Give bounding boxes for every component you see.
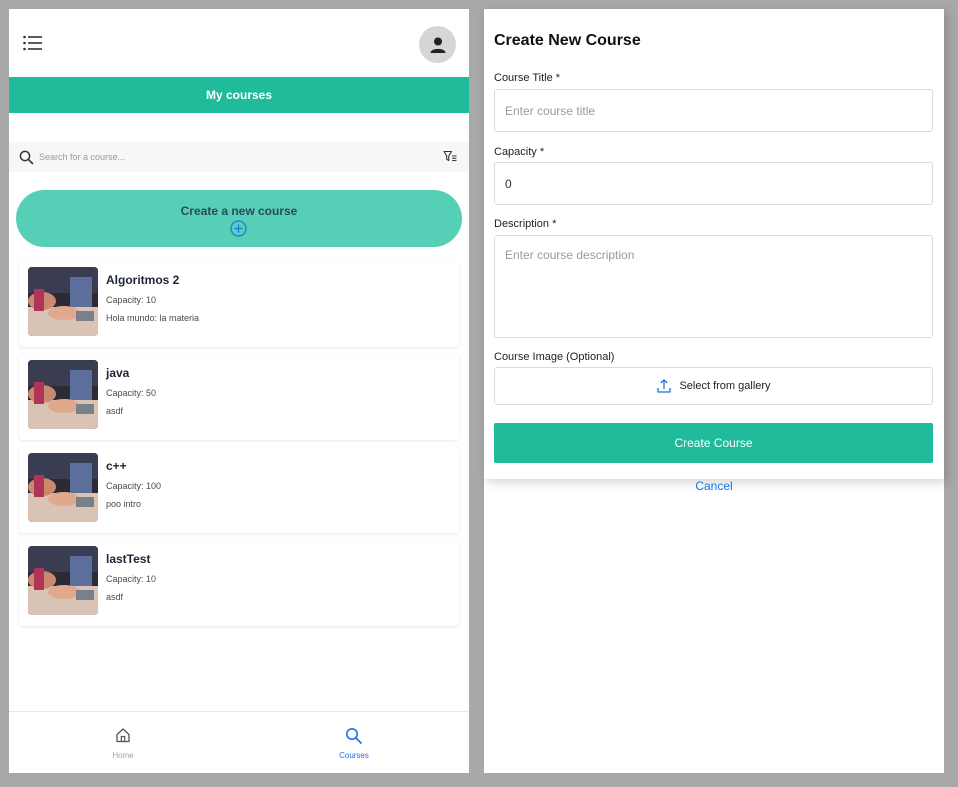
course-card[interactable]: Algoritmos 2 Capacity: 10 Hola mundo: la… xyxy=(19,261,459,347)
courses-screen: My courses Create a new course xyxy=(9,9,469,773)
course-title-label: Course Title * xyxy=(494,72,561,84)
course-description: asdf xyxy=(106,592,124,602)
course-title: java xyxy=(106,366,130,380)
course-description: Hola mundo: la materia xyxy=(106,313,200,323)
nav-courses[interactable]: Courses xyxy=(294,712,414,773)
create-course-label: Create a new course xyxy=(180,204,298,218)
plus-circle-icon xyxy=(230,220,247,237)
course-card[interactable]: java Capacity: 50 asdf xyxy=(19,354,459,440)
filter-icon[interactable] xyxy=(443,150,457,163)
search-icon xyxy=(19,150,34,165)
nav-home[interactable]: Home xyxy=(63,712,183,773)
course-title: lastTest xyxy=(106,552,151,566)
courses-search-icon xyxy=(346,728,362,744)
course-description: poo intro xyxy=(106,499,142,509)
page-title: My courses xyxy=(9,77,469,113)
search-bar xyxy=(9,142,469,172)
course-title: Algoritmos 2 xyxy=(106,273,180,287)
course-thumbnail xyxy=(28,453,98,522)
create-course-button[interactable]: Create a new course xyxy=(16,190,462,247)
course-capacity: Capacity: 50 xyxy=(106,388,157,398)
avatar-icon xyxy=(430,37,445,53)
avatar[interactable] xyxy=(419,26,456,63)
create-course-screen: Create New Course Course Title * Capacit… xyxy=(484,9,944,773)
select-from-gallery-button[interactable]: Select from gallery xyxy=(494,367,933,405)
course-capacity: Capacity: 10 xyxy=(106,574,157,584)
top-bar xyxy=(9,9,469,77)
description-field[interactable] xyxy=(494,235,933,338)
capacity-label: Capacity * xyxy=(494,146,545,158)
search-input[interactable] xyxy=(39,148,419,166)
course-thumbnail xyxy=(28,546,98,615)
course-list: Algoritmos 2 Capacity: 10 Hola mundo: la… xyxy=(19,261,459,633)
select-from-gallery-label: Select from gallery xyxy=(679,380,771,392)
course-title: c++ xyxy=(106,459,127,473)
course-card[interactable]: lastTest Capacity: 10 asdf xyxy=(19,540,459,626)
nav-courses-label: Courses xyxy=(339,751,369,760)
create-course-submit-button[interactable]: Create Course xyxy=(494,423,933,463)
create-course-form: Create New Course Course Title * Capacit… xyxy=(484,9,944,479)
course-image-label: Course Image (Optional) xyxy=(494,351,615,363)
course-capacity: Capacity: 100 xyxy=(106,481,162,491)
cancel-link[interactable]: Cancel xyxy=(484,479,944,493)
form-title: Create New Course xyxy=(494,32,641,49)
upload-icon xyxy=(657,379,672,393)
bottom-nav: Home Courses xyxy=(9,711,469,773)
course-title-field[interactable] xyxy=(494,89,933,132)
course-thumbnail xyxy=(28,267,98,336)
course-description: asdf xyxy=(106,406,124,416)
description-label: Description * xyxy=(494,218,557,230)
nav-home-label: Home xyxy=(112,751,134,760)
capacity-field[interactable] xyxy=(494,162,933,205)
course-thumbnail xyxy=(28,360,98,429)
home-icon xyxy=(116,728,130,743)
course-card[interactable]: c++ Capacity: 100 poo intro xyxy=(19,447,459,533)
course-capacity: Capacity: 10 xyxy=(106,295,157,305)
menu-icon[interactable] xyxy=(23,35,43,51)
